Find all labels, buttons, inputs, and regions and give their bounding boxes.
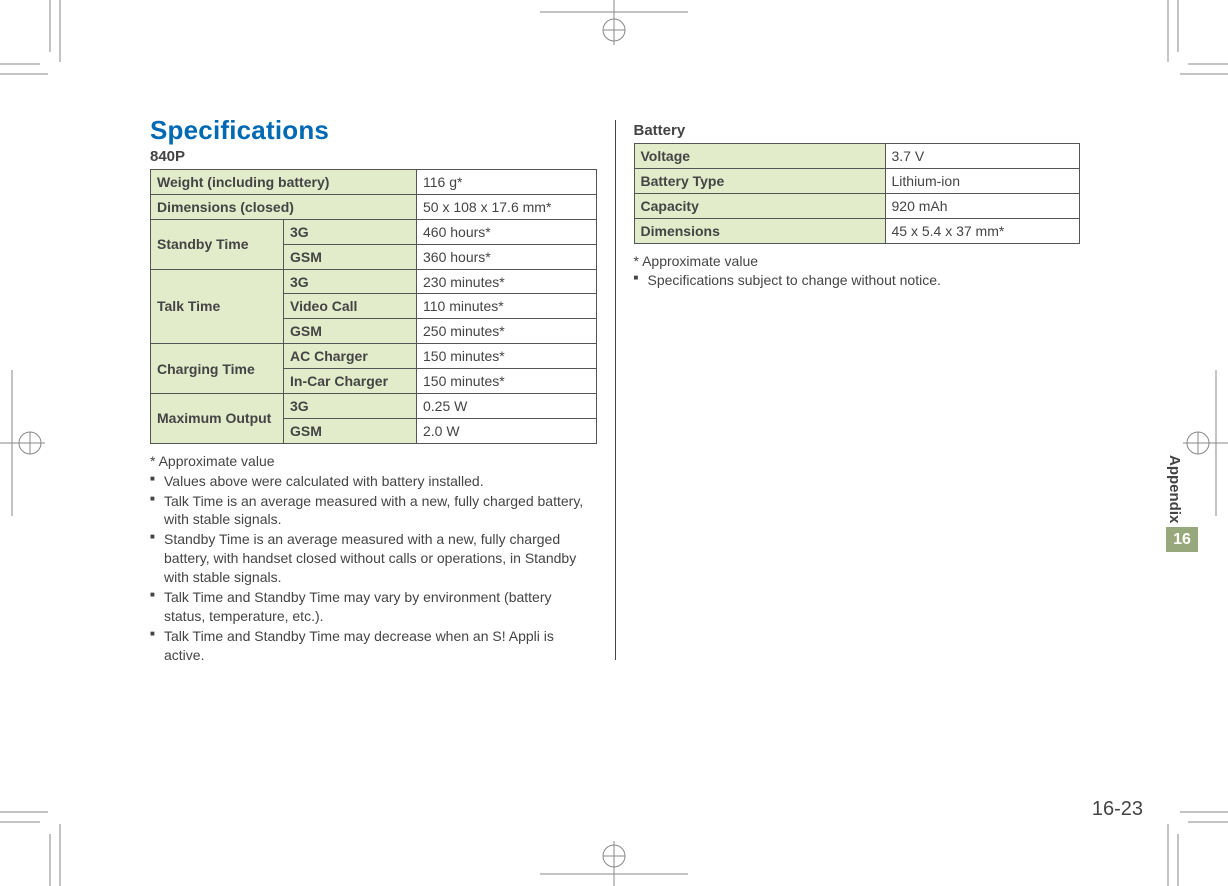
specs-table: Weight (including battery) 116 g* Dimens… bbox=[150, 169, 597, 444]
row-group-label: Charging Time bbox=[151, 344, 284, 394]
row-sub-label: In-Car Charger bbox=[284, 369, 417, 394]
left-column: Specifications 840P Weight (including ba… bbox=[150, 115, 597, 666]
bullet-item: Specifications subject to change without… bbox=[634, 271, 1081, 290]
row-sub-label: GSM bbox=[284, 418, 417, 443]
row-value: 360 hours* bbox=[417, 244, 597, 269]
column-divider bbox=[615, 120, 616, 660]
page-number: 16-23 bbox=[1092, 798, 1143, 821]
page-title: Specifications bbox=[150, 115, 597, 146]
row-sub-label: Video Call bbox=[284, 294, 417, 319]
row-value: 150 minutes* bbox=[417, 344, 597, 369]
row-sub-label: AC Charger bbox=[284, 344, 417, 369]
row-value: 250 minutes* bbox=[417, 319, 597, 344]
row-value: 920 mAh bbox=[885, 193, 1080, 218]
row-group-label: Maximum Output bbox=[151, 394, 284, 444]
row-value: 0.25 W bbox=[417, 394, 597, 419]
row-sub-label: GSM bbox=[284, 319, 417, 344]
row-value: 3.7 V bbox=[885, 144, 1080, 169]
row-label: Capacity bbox=[634, 193, 885, 218]
row-value: 50 x 108 x 17.6 mm* bbox=[417, 194, 597, 219]
row-label: Voltage bbox=[634, 144, 885, 169]
footnote-line: * Approximate value bbox=[634, 252, 1081, 271]
bullet-item: Values above were calculated with batter… bbox=[150, 472, 597, 491]
row-group-label: Standby Time bbox=[151, 219, 284, 269]
row-sub-label: GSM bbox=[284, 244, 417, 269]
row-value: 110 minutes* bbox=[417, 294, 597, 319]
row-value: 2.0 W bbox=[417, 418, 597, 443]
footnotes-right: * Approximate value Specifications subje… bbox=[634, 252, 1081, 291]
bullet-item: Talk Time is an average measured with a … bbox=[150, 492, 597, 530]
row-label: Battery Type bbox=[634, 168, 885, 193]
row-value: 460 hours* bbox=[417, 219, 597, 244]
tab-label: Appendix bbox=[1166, 455, 1183, 523]
row-sub-label: 3G bbox=[284, 269, 417, 294]
bullet-item: Talk Time and Standby Time may vary by e… bbox=[150, 588, 597, 626]
row-value: 230 minutes* bbox=[417, 269, 597, 294]
footnotes-left: * Approximate value Values above were ca… bbox=[150, 452, 597, 665]
bullet-item: Standby Time is an average measured with… bbox=[150, 530, 597, 587]
row-value: Lithium-ion bbox=[885, 168, 1080, 193]
row-group-label: Talk Time bbox=[151, 269, 284, 344]
row-sub-label: 3G bbox=[284, 219, 417, 244]
row-value: 45 x 5.4 x 37 mm* bbox=[885, 218, 1080, 243]
section-tab: Appendix 16 bbox=[1166, 455, 1198, 552]
row-sub-label: 3G bbox=[284, 394, 417, 419]
row-value: 116 g* bbox=[417, 170, 597, 195]
battery-table: Voltage 3.7 V Battery Type Lithium-ion C… bbox=[634, 143, 1081, 244]
tab-number: 16 bbox=[1166, 527, 1198, 552]
footnote-line: * Approximate value bbox=[150, 452, 597, 471]
model-heading: 840P bbox=[150, 148, 597, 165]
page-content: Specifications 840P Weight (including ba… bbox=[150, 115, 1080, 666]
right-column: Battery Voltage 3.7 V Battery Type Lithi… bbox=[634, 115, 1081, 666]
row-label: Dimensions bbox=[634, 218, 885, 243]
row-label: Dimensions (closed) bbox=[151, 194, 417, 219]
row-label: Weight (including battery) bbox=[151, 170, 417, 195]
battery-heading: Battery bbox=[634, 122, 1081, 139]
bullet-item: Talk Time and Standby Time may decrease … bbox=[150, 627, 597, 665]
row-value: 150 minutes* bbox=[417, 369, 597, 394]
